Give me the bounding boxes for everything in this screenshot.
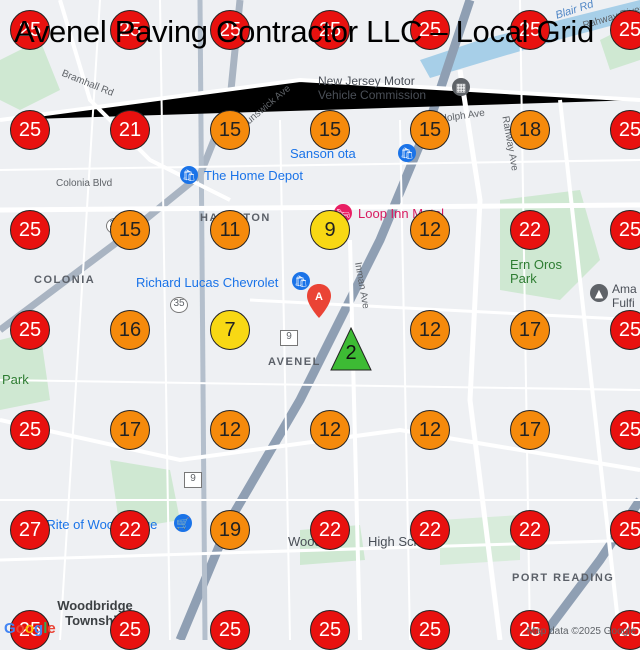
- store-icon[interactable]: 🛍: [180, 166, 198, 184]
- grid-rank-r5-c3[interactable]: 22: [310, 510, 350, 550]
- poi-richard-lucas-chevrolet[interactable]: Richard Lucas Chevrolet: [136, 275, 278, 290]
- grid-rank-r5-c1[interactable]: 22: [110, 510, 150, 550]
- grid-rank-r1-c0[interactable]: 25: [10, 110, 50, 150]
- store-icon[interactable]: 🛍: [398, 144, 416, 162]
- grid-rank-r5-c4[interactable]: 22: [410, 510, 450, 550]
- grid-rank-r6-c2[interactable]: 25: [210, 610, 250, 650]
- park-label-left: Park: [2, 372, 29, 387]
- grid-rank-r4-c1[interactable]: 17: [110, 410, 150, 450]
- route-shield-9b: 9: [184, 472, 202, 488]
- grid-rank-r3-c2[interactable]: 7: [210, 310, 250, 350]
- poi-amazon[interactable]: Ama Fulfi: [612, 282, 640, 310]
- cart-icon[interactable]: 🛒: [174, 514, 192, 532]
- grid-rank-r4-c2[interactable]: 12: [210, 410, 250, 450]
- google-logo: Google: [4, 620, 56, 637]
- road-label-colonia-blvd: Colonia Blvd: [56, 178, 113, 189]
- grid-rank-r6-c1[interactable]: 25: [110, 610, 150, 650]
- park-label-ernest-oros[interactable]: Ern Oros Park: [510, 258, 580, 286]
- route-shield-9: 9: [280, 330, 298, 346]
- grid-rank-r1-c5[interactable]: 18: [510, 110, 550, 150]
- grid-rank-r6-c3[interactable]: 25: [310, 610, 350, 650]
- grid-rank-r3-c4[interactable]: 12: [410, 310, 450, 350]
- building-icon[interactable]: ▦: [452, 78, 470, 96]
- center-rank-marker[interactable]: 2: [329, 326, 373, 372]
- amazon-icon[interactable]: ▲: [590, 284, 608, 302]
- grid-rank-r3-c5[interactable]: 17: [510, 310, 550, 350]
- business-pin-icon[interactable]: A: [307, 284, 331, 318]
- area-label-colonia: COLONIA: [34, 274, 96, 286]
- page-title: Avenel Paving Contractor LLC – Local Gri…: [14, 14, 594, 49]
- grid-rank-r4-c5[interactable]: 17: [510, 410, 550, 450]
- route-shield-35: 35: [170, 297, 188, 313]
- area-label-port-reading: PORT READING: [512, 572, 615, 584]
- grid-rank-r4-c0[interactable]: 25: [10, 410, 50, 450]
- poi-motor-vehicle[interactable]: New Jersey Motor Vehicle Commission: [318, 74, 456, 102]
- grid-rank-r2-c2[interactable]: 11: [210, 210, 250, 250]
- grid-rank-r5-c5[interactable]: 22: [510, 510, 550, 550]
- map-attribution: Map data ©2025 Google: [526, 626, 636, 637]
- poi-home-depot[interactable]: The Home Depot: [204, 168, 303, 183]
- grid-rank-r1-c3[interactable]: 15: [310, 110, 350, 150]
- grid-rank-r2-c3[interactable]: 9: [310, 210, 350, 250]
- area-label-avenel: AVENEL: [268, 356, 321, 368]
- center-rank-value: 2: [345, 342, 357, 364]
- grid-rank-r2-c1[interactable]: 15: [110, 210, 150, 250]
- grid-rank-r2-c5[interactable]: 22: [510, 210, 550, 250]
- grid-rank-r4-c3[interactable]: 12: [310, 410, 350, 450]
- grid-rank-r1-c1[interactable]: 21: [110, 110, 150, 150]
- grid-rank-r3-c1[interactable]: 16: [110, 310, 150, 350]
- svg-text:A: A: [315, 291, 323, 303]
- grid-rank-r5-c0[interactable]: 27: [10, 510, 50, 550]
- grid-rank-r1-c4[interactable]: 15: [410, 110, 450, 150]
- grid-rank-r3-c0[interactable]: 25: [10, 310, 50, 350]
- grid-rank-r4-c4[interactable]: 12: [410, 410, 450, 450]
- grid-rank-r5-c2[interactable]: 19: [210, 510, 250, 550]
- grid-rank-r6-c4[interactable]: 25: [410, 610, 450, 650]
- grid-rank-r2-c4[interactable]: 12: [410, 210, 450, 250]
- grid-rank-r1-c2[interactable]: 15: [210, 110, 250, 150]
- grid-rank-r2-c0[interactable]: 25: [10, 210, 50, 250]
